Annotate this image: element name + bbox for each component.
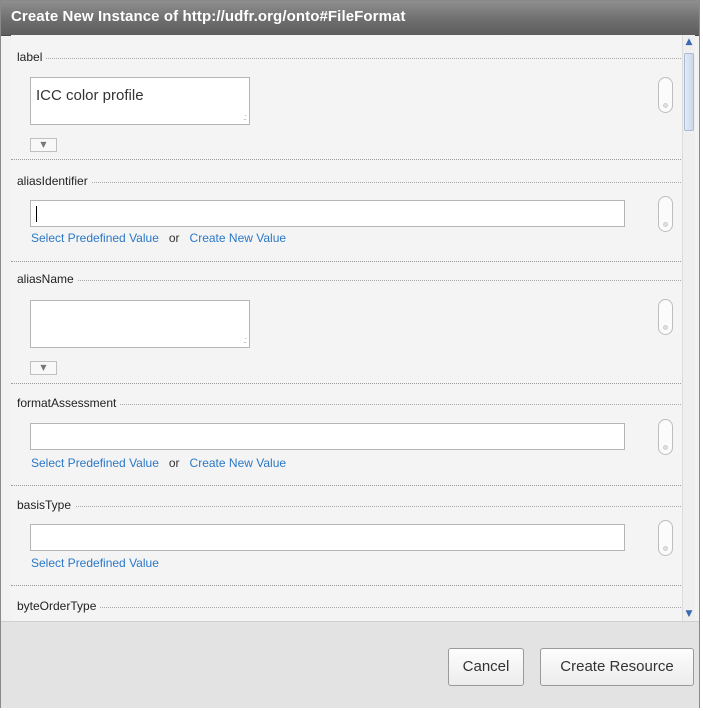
field-formatassessment-name: formatAssessment: [17, 396, 121, 410]
scroll-down-icon[interactable]: ▼: [683, 607, 695, 621]
field-aliasname-name: aliasName: [17, 272, 78, 286]
field-aliasidentifier: aliasIdentifier Select Predefined Value o…: [11, 174, 683, 262]
add-value-icon[interactable]: [658, 520, 673, 556]
formatassessment-input[interactable]: [30, 423, 625, 450]
aliasname-textarea[interactable]: .:: [30, 300, 250, 348]
dialog-title: Create New Instance of http://udfr.org/o…: [11, 8, 406, 25]
text-caret: [36, 206, 37, 222]
field-label-name: label: [17, 50, 47, 64]
or-text: or: [168, 231, 180, 245]
field-basistype: basisType Select Predefined Value: [11, 498, 683, 586]
field-label: label ICC color profile .: ▼: [11, 50, 683, 160]
resize-grip-icon[interactable]: .:: [243, 113, 247, 122]
expand-arrow-icon[interactable]: ▼: [30, 361, 57, 375]
field-byteordertype-name: byteOrderType: [17, 599, 101, 613]
content-scrollbar[interactable]: ▲ ▼: [682, 35, 695, 621]
scroll-up-icon[interactable]: ▲: [683, 35, 695, 49]
select-predefined-value-link[interactable]: Select Predefined Value: [31, 456, 159, 470]
add-value-icon[interactable]: [658, 419, 673, 455]
aliasidentifier-links: Select Predefined Value or Create New Valu…: [31, 231, 286, 245]
select-predefined-value-link[interactable]: Select Predefined Value: [31, 556, 159, 570]
field-aliasname: aliasName .: ▼: [11, 272, 683, 384]
field-byteordertype: byteOrderType: [11, 599, 683, 621]
add-value-icon[interactable]: [658, 299, 673, 335]
field-basistype-name: basisType: [17, 498, 76, 512]
select-predefined-value-link[interactable]: Select Predefined Value: [31, 231, 159, 245]
section-divider: [17, 607, 681, 608]
section-divider: [17, 506, 681, 507]
dialog-titlebar[interactable]: Create New Instance of http://udfr.org/o…: [1, 1, 699, 36]
add-value-icon[interactable]: [658, 196, 673, 232]
label-value: ICC color profile: [36, 87, 144, 104]
form-content: label ICC color profile .: ▼ aliasIdenti…: [11, 35, 695, 621]
create-new-value-link[interactable]: Create New Value: [190, 456, 287, 470]
cancel-button[interactable]: Cancel: [448, 648, 524, 686]
formatassessment-links: Select Predefined Value or Create New Valu…: [31, 456, 286, 470]
label-textarea[interactable]: ICC color profile .:: [30, 77, 250, 125]
create-resource-button[interactable]: Create Resource: [540, 648, 694, 686]
scrollbar-thumb[interactable]: [684, 53, 694, 131]
field-aliasidentifier-name: aliasIdentifier: [17, 174, 92, 188]
create-new-value-link[interactable]: Create New Value: [190, 231, 287, 245]
create-instance-dialog: Create New Instance of http://udfr.org/o…: [0, 0, 700, 708]
section-divider: [17, 182, 681, 183]
basistype-input[interactable]: [30, 524, 625, 551]
dialog-footer: Cancel Create Resource: [1, 621, 699, 708]
expand-arrow-icon[interactable]: ▼: [30, 138, 57, 152]
basistype-links: Select Predefined Value: [31, 556, 159, 570]
section-divider: [17, 58, 681, 59]
add-value-icon[interactable]: [658, 77, 673, 113]
section-divider: [17, 280, 681, 281]
or-text: or: [168, 456, 180, 470]
aliasidentifier-input[interactable]: [30, 200, 625, 227]
resize-grip-icon[interactable]: .:: [243, 336, 247, 345]
field-formatassessment: formatAssessment Select Predefined Value…: [11, 396, 683, 486]
